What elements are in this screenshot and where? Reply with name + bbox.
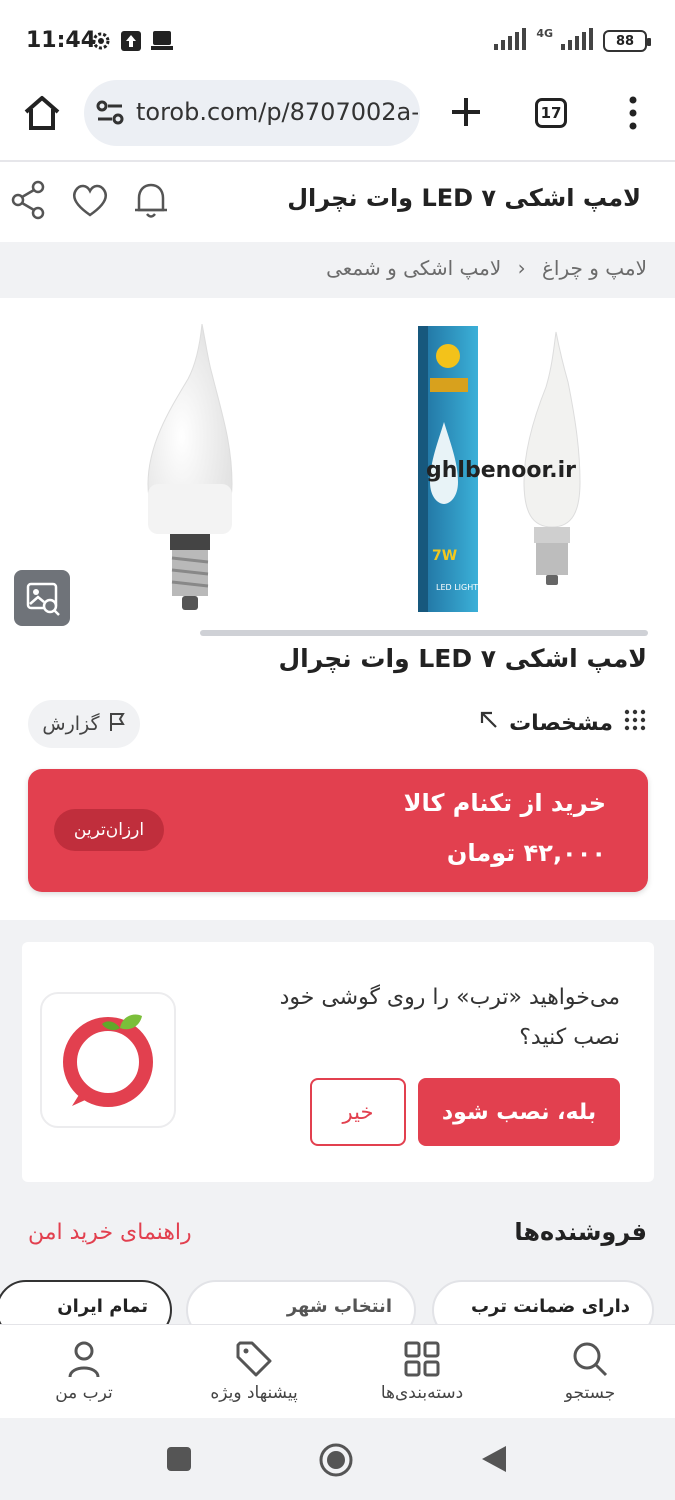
breadcrumb-separator: ‹ (517, 256, 526, 280)
specs-link[interactable]: مشخصات (479, 708, 647, 738)
nav-special-offers-label: پیشنهاد ویژه (210, 1383, 298, 1403)
arrow-up-left-icon (479, 710, 499, 736)
install-yes-button[interactable]: بله، نصب شود (418, 1078, 620, 1146)
offer-price: ۴۲,۰۰۰ تومان (446, 839, 606, 867)
product-image-bulb[interactable] (130, 324, 250, 616)
tab-switcher-button[interactable]: 17 (535, 98, 567, 128)
breadcrumb: لامپ و چراغ ‹ لامپ اشکی و شمعی (0, 242, 675, 298)
image-watermark: ghlbenoor.ir (426, 458, 576, 483)
cheapest-badge: ارزان‌ترین (54, 809, 164, 851)
grid-dots-icon (623, 708, 647, 738)
header-product-title: لامپ اشکی LED ۷ وات نچرال (287, 184, 641, 212)
product-header: لامپ اشکی LED ۷ وات نچرال (0, 162, 675, 242)
gallery-scroll-indicator (200, 630, 648, 636)
status-right: 4G 88 (494, 26, 651, 54)
nav-categories-label: دسته‌بندی‌ها (380, 1383, 464, 1403)
battery-icon: 88 (603, 30, 651, 52)
product-title: لامپ اشکی LED ۷ وات نچرال (278, 644, 647, 673)
torob-logo-icon (63, 1014, 153, 1107)
breadcrumb-item-lamps[interactable]: لامپ و چراغ (542, 256, 647, 280)
safe-purchase-guide-link[interactable]: راهنمای خرید امن (28, 1220, 192, 1245)
battery-level: 88 (615, 33, 635, 49)
site-settings-icon[interactable] (96, 100, 124, 130)
app-install-prompt: می‌خواهید «ترب» را روی گوشی خود نصب کنید… (22, 942, 654, 1182)
nav-search[interactable]: جستجو (520, 1333, 660, 1413)
install-question: می‌خواهید «ترب» را روی گوشی خود نصب کنید… (279, 985, 620, 1050)
signal-icon (494, 28, 528, 54)
search-icon (573, 1342, 608, 1377)
user-icon (68, 1341, 100, 1378)
box-brand: LED LIGHT (436, 583, 478, 592)
image-search-icon (26, 582, 60, 616)
chip-label-all-iran: تمام ایران (57, 1296, 148, 1317)
status-time: 11:44 (26, 28, 97, 53)
favorite-heart-icon[interactable] (70, 182, 110, 222)
nav-my-torob[interactable]: ترب من (14, 1333, 154, 1413)
install-no-button[interactable]: خیر (310, 1078, 406, 1146)
nav-my-torob-label: ترب من (55, 1383, 113, 1403)
report-label: گزارش (42, 713, 100, 735)
torob-app-logo (40, 992, 176, 1128)
network-type: 4G (536, 26, 553, 40)
chip-label-city: انتخاب شهر (286, 1296, 392, 1317)
best-offer-button[interactable]: خرید از تکنام کالا ۴۲,۰۰۰ تومان ارزان‌تر… (28, 769, 648, 892)
browser-toolbar: torob.com/p/8707002a-9 17 (0, 80, 675, 162)
home-circle-icon[interactable] (318, 1442, 354, 1482)
nav-categories[interactable]: دسته‌بندی‌ها (352, 1333, 492, 1413)
breadcrumb-trail: لامپ و چراغ ‹ لامپ اشکی و شمعی (326, 256, 647, 280)
url-text[interactable]: torob.com/p/8707002a-9 (136, 98, 418, 126)
sellers-heading: فروشنده‌ها (514, 1218, 647, 1246)
box-wattage: 7W (432, 548, 457, 564)
chip-label-guarantee: دارای ضمانت ترب (470, 1296, 630, 1317)
signal-icon-2 (561, 28, 595, 54)
home-icon[interactable] (22, 94, 62, 136)
report-button[interactable]: گزارش (28, 700, 140, 748)
flag-icon (108, 712, 126, 737)
specs-label: مشخصات (509, 710, 613, 736)
breadcrumb-item-candle-lamps[interactable]: لامپ اشکی و شمعی (326, 256, 501, 280)
product-image-gallery[interactable]: 7W LED LIGHT ghlbenoor.ir (0, 298, 675, 638)
categories-grid-icon (404, 1341, 440, 1377)
new-tab-plus-icon[interactable] (450, 96, 482, 132)
offer-shop-name: خرید از تکنام کالا (403, 789, 606, 817)
device-notification-icon (150, 30, 173, 52)
image-search-button[interactable] (14, 570, 70, 626)
settings-gear-icon (90, 30, 112, 52)
nav-search-label: جستجو (564, 1383, 616, 1403)
bottom-navigation: جستجو دسته‌بندی‌ها پیشنهاد ویژه ترب من (0, 1324, 675, 1418)
price-alert-bell-icon[interactable] (132, 180, 170, 224)
share-icon[interactable] (10, 180, 46, 224)
status-bar: 11:44 4G 88 (0, 0, 675, 80)
system-navigation-bar (0, 1418, 675, 1500)
menu-more-icon[interactable] (626, 96, 640, 134)
tag-icon (236, 1341, 272, 1377)
nav-special-offers[interactable]: پیشنهاد ویژه (184, 1333, 324, 1413)
back-triangle-icon[interactable] (480, 1444, 508, 1478)
recent-apps-icon[interactable] (166, 1446, 192, 1476)
upload-notification-icon (120, 30, 142, 52)
